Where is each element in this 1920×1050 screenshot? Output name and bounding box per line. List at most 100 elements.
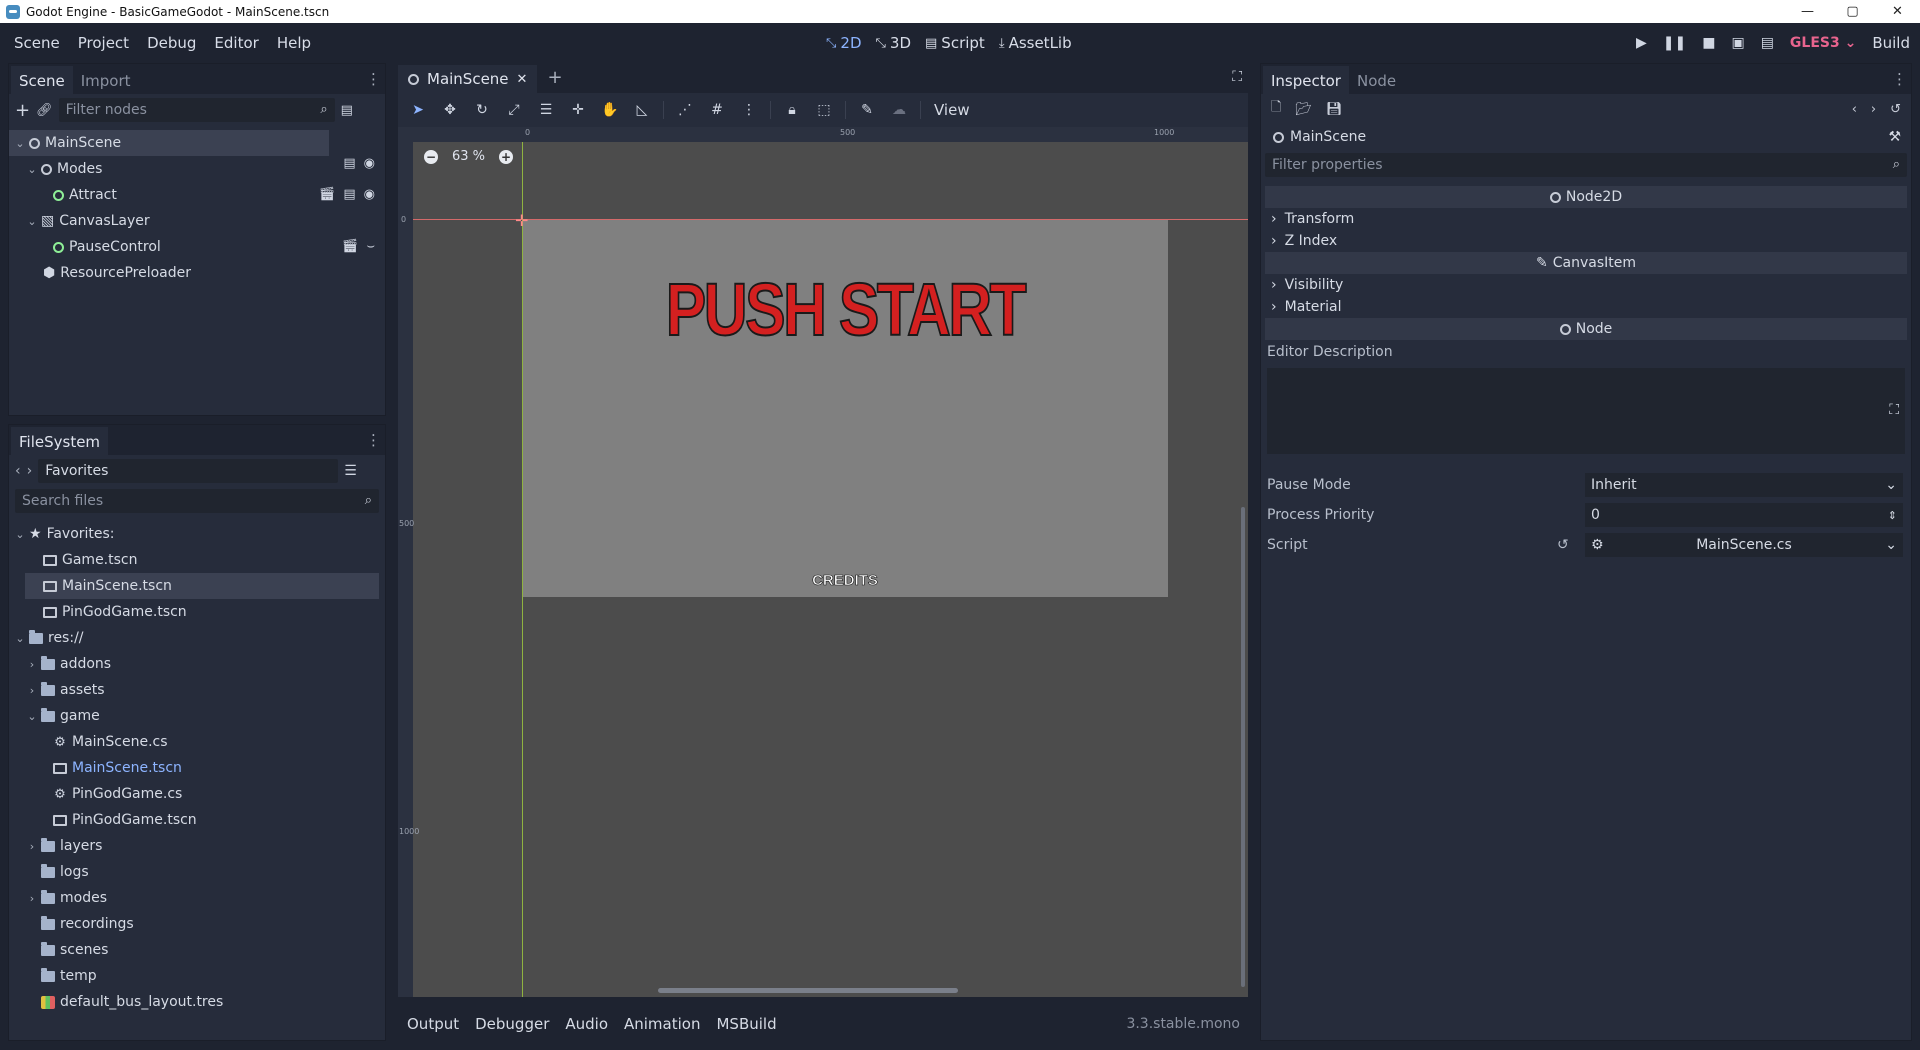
tab-msbuild[interactable]: MSBuild	[716, 1015, 776, 1033]
split-view-icon[interactable]: ☰	[344, 463, 357, 479]
stop-icon[interactable]: ■	[1702, 35, 1715, 51]
file-mainscene-tscn[interactable]: MainScene.tscn	[9, 755, 385, 781]
folder-res[interactable]: ⌄ res://	[9, 625, 385, 651]
workspace-assetlib[interactable]: ⤓ AssetLib	[999, 34, 1072, 52]
tree-node-attract[interactable]: Attract 🎬︎ ▤ ◉	[9, 182, 385, 208]
inspector-menu-icon[interactable]: ⋮	[1892, 70, 1907, 88]
menu-debug[interactable]: Debug	[138, 34, 205, 52]
zoom-level[interactable]: 63 %	[452, 149, 485, 164]
play-icon[interactable]: ▶	[1636, 35, 1647, 51]
filter-properties-input[interactable]: Filter properties ⌕	[1265, 153, 1907, 177]
chevron-down-icon[interactable]: ⌄	[15, 137, 25, 150]
history-icon[interactable]: ↺	[1890, 102, 1901, 117]
chevron-down-icon[interactable]: ⌄	[27, 215, 37, 228]
script-resource-picker[interactable]: ⚙ MainScene.cs ⌄	[1585, 533, 1903, 557]
fav-mainscene-tscn[interactable]: MainScene.tscn	[25, 573, 379, 599]
tab-import[interactable]: Import	[73, 68, 139, 94]
canvas-viewport[interactable]: 0 500 1000 0 500 1000 ✛ PUSH START CREDI…	[398, 127, 1248, 997]
list-select-icon[interactable]: ☰	[532, 102, 560, 118]
filesystem-menu-icon[interactable]: ⋮	[366, 431, 381, 449]
horizontal-scrollbar[interactable]	[658, 988, 958, 993]
save-resource-icon[interactable]: 💾︎	[1326, 102, 1343, 117]
link-icon[interactable]: 🔗︎	[36, 103, 53, 118]
ruler-mode-icon[interactable]: ◺	[628, 102, 656, 118]
instance-scene-icon[interactable]: 🎬︎	[342, 239, 359, 254]
folder-scenes[interactable]: scenes	[9, 937, 385, 963]
file-default-bus-layout[interactable]: default_bus_layout.tres	[9, 989, 385, 1015]
menu-scene[interactable]: Scene	[5, 34, 69, 52]
zoom-out-icon[interactable]: −	[424, 149, 438, 164]
add-node-icon[interactable]: +	[15, 100, 30, 121]
tree-node-pausecontrol[interactable]: PauseControl 🎬︎ ⌣	[9, 234, 385, 260]
tab-node[interactable]: Node	[1349, 68, 1404, 94]
path-field[interactable]: Favorites	[38, 459, 339, 483]
folder-modes[interactable]: › modes	[9, 885, 385, 911]
renderer-select[interactable]: GLES3 ⌄	[1790, 35, 1856, 51]
object-tools-icon[interactable]: ⚒	[1888, 129, 1901, 145]
rotate-mode-icon[interactable]: ↻	[468, 102, 496, 118]
script-icon[interactable]: ▤	[343, 187, 355, 202]
chevron-down-icon[interactable]: ⌄	[15, 528, 25, 541]
history-back-icon[interactable]: ‹	[1852, 102, 1857, 117]
scene-dock-menu-icon[interactable]: ⋮	[366, 70, 381, 88]
push-start-label[interactable]: PUSH START	[580, 267, 1110, 352]
tab-scene[interactable]: Scene	[11, 66, 73, 94]
forward-icon[interactable]: ›	[27, 463, 33, 479]
fav-game-tscn[interactable]: Game.tscn	[9, 547, 385, 573]
horizontal-ruler[interactable]: 0 500 1000	[398, 127, 1248, 142]
history-forward-icon[interactable]: ›	[1871, 102, 1876, 117]
close-tab-icon[interactable]: ✕	[517, 72, 528, 87]
snap-options-icon[interactable]: ⋮	[735, 102, 763, 118]
tab-animation[interactable]: Animation	[624, 1015, 700, 1033]
open-resource-icon[interactable]: 📂︎	[1295, 102, 1312, 117]
tab-output[interactable]: Output	[407, 1015, 459, 1033]
chevron-right-icon[interactable]: ›	[27, 892, 37, 905]
folder-layers[interactable]: › layers	[9, 833, 385, 859]
workspace-3d[interactable]: ⤡ 3D	[876, 34, 912, 52]
chevron-right-icon[interactable]: ›	[27, 658, 37, 671]
credits-label[interactable]: CREDITS	[522, 572, 1168, 590]
maximize-icon[interactable]: ▢	[1830, 0, 1875, 23]
file-mainscene-cs[interactable]: ⚙ MainScene.cs	[9, 729, 385, 755]
group-visibility[interactable]: › Visibility	[1261, 274, 1911, 296]
zoom-in-icon[interactable]: +	[499, 149, 514, 164]
build-button[interactable]: Build	[1872, 34, 1910, 52]
folder-temp[interactable]: temp	[9, 963, 385, 989]
menu-help[interactable]: Help	[268, 34, 320, 52]
tab-inspector[interactable]: Inspector	[1263, 66, 1349, 94]
visibility-eye-icon[interactable]: ◉	[364, 187, 375, 202]
menu-editor[interactable]: Editor	[205, 34, 267, 52]
pause-icon[interactable]: ❚❚	[1663, 35, 1686, 51]
group-zindex[interactable]: › Z Index	[1261, 230, 1911, 252]
tree-node-canvaslayer[interactable]: ⌄ ▧ CanvasLayer	[9, 208, 385, 234]
revert-icon[interactable]: ↺	[1557, 537, 1569, 553]
tab-audio[interactable]: Audio	[565, 1015, 608, 1033]
new-resource-icon[interactable]: 🗋︎	[1271, 98, 1281, 120]
vertical-ruler[interactable]: 0 500 1000	[398, 127, 419, 997]
tab-debugger[interactable]: Debugger	[475, 1015, 549, 1033]
expand-icon[interactable]: ⛶	[1889, 402, 1899, 418]
fav-pingodgame-tscn[interactable]: PinGodGame.tscn	[9, 599, 385, 625]
close-window-icon[interactable]: ✕	[1875, 0, 1920, 23]
new-scene-tab-icon[interactable]: +	[537, 62, 572, 93]
grid-snap-icon[interactable]: #	[703, 102, 731, 118]
minimize-icon[interactable]: —	[1785, 0, 1830, 23]
filter-nodes-input[interactable]: Filter nodes ⌕	[58, 98, 335, 122]
instance-scene-icon[interactable]: 🎬︎	[319, 187, 336, 202]
group-material[interactable]: › Material	[1261, 296, 1911, 318]
chevron-down-icon[interactable]: ⌄	[27, 163, 37, 176]
move-mode-icon[interactable]: ✥	[436, 102, 464, 118]
tab-mainscene[interactable]: MainScene ✕	[398, 65, 538, 93]
visibility-hidden-icon[interactable]: ⌣	[366, 239, 375, 254]
folder-game[interactable]: ⌄ game	[9, 703, 385, 729]
select-mode-icon[interactable]: ➤	[404, 102, 432, 118]
smart-snap-icon[interactable]: ⋰	[671, 102, 699, 118]
search-files-input[interactable]: Search files ⌕	[15, 489, 379, 513]
vertical-scrollbar[interactable]	[1241, 507, 1245, 987]
file-pingodgame-cs[interactable]: ⚙ PinGodGame.cs	[9, 781, 385, 807]
menu-project[interactable]: Project	[69, 34, 138, 52]
folder-addons[interactable]: › addons	[9, 651, 385, 677]
chevron-right-icon[interactable]: ›	[27, 840, 37, 853]
tab-filesystem[interactable]: FileSystem	[11, 427, 109, 455]
folder-assets[interactable]: › assets	[9, 677, 385, 703]
